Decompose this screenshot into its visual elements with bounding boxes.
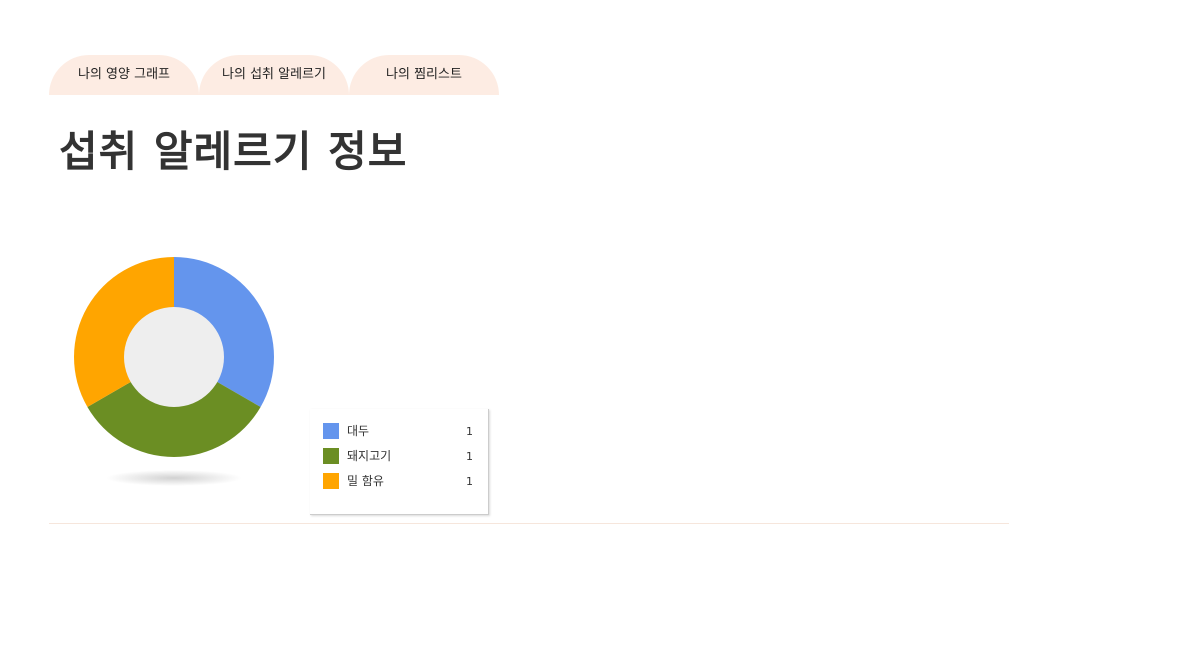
legend-label: 밀 함유 [347, 474, 384, 488]
legend-label: 대두 [347, 424, 370, 438]
content-divider [49, 523, 1009, 524]
page: 나의 영양 그래프 나의 섭취 알레르기 나의 찜리스트 섭취 알레르기 정보 … [0, 0, 1204, 645]
tab-allergy-intake[interactable]: 나의 섭취 알레르기 [199, 55, 349, 95]
legend-value: 1 [466, 475, 473, 488]
legend-swatch [323, 423, 339, 439]
allergy-donut-chart [74, 257, 274, 486]
legend-swatch [323, 473, 339, 489]
legend-value: 1 [466, 425, 473, 438]
tab-wishlist[interactable]: 나의 찜리스트 [349, 55, 499, 95]
donut-hole [124, 307, 224, 407]
legend-item: 대두 1 [323, 423, 473, 439]
tab-nutrition-graph[interactable]: 나의 영양 그래프 [49, 55, 199, 95]
legend-swatch [323, 448, 339, 464]
chart-shadow [106, 470, 242, 486]
legend-value: 1 [466, 450, 473, 463]
legend-label: 돼지고기 [347, 449, 392, 463]
page-title: 섭취 알레르기 정보 [59, 127, 408, 176]
chart-legend: 대두 1 돼지고기 1 밀 함유 1 [310, 409, 489, 515]
legend-item: 돼지고기 1 [323, 448, 473, 464]
legend-item: 밀 함유 1 [323, 473, 473, 489]
tab-bar: 나의 영양 그래프 나의 섭취 알레르기 나의 찜리스트 [49, 55, 499, 95]
